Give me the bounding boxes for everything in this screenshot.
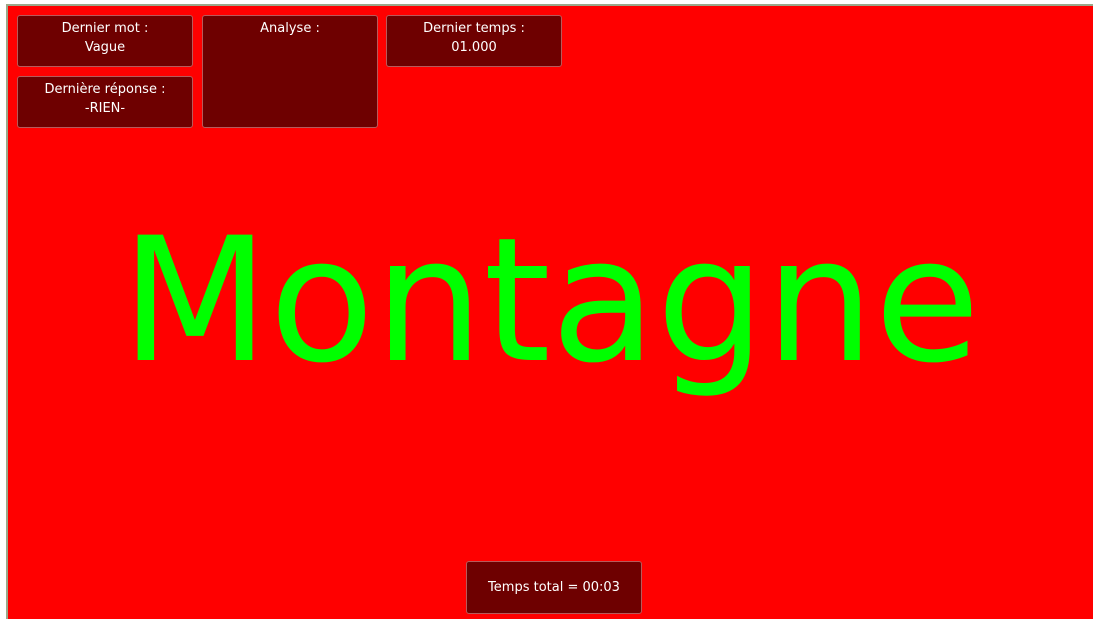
- last-word-label: Dernier mot :: [61, 21, 149, 36]
- analysis-panel: Analyse :: [202, 15, 378, 128]
- game-stage: Dernier mot : Vague Dernière réponse : -…: [8, 6, 1093, 619]
- total-time-text: Temps total = 00:03: [488, 580, 620, 595]
- last-time-value: 01.000: [451, 40, 497, 55]
- analysis-label: Analyse :: [260, 21, 320, 36]
- last-word-panel: Dernier mot : Vague: [17, 15, 193, 67]
- last-word-value: Vague: [84, 40, 126, 55]
- last-answer-panel: Dernière réponse : -RIEN-: [17, 76, 193, 128]
- last-answer-label: Dernière réponse :: [44, 82, 166, 97]
- last-time-label: Dernier temps :: [423, 21, 525, 36]
- last-answer-value: -RIEN-: [84, 101, 126, 116]
- last-time-panel: Dernier temps : 01.000: [386, 15, 562, 67]
- current-word: Montagne: [120, 200, 981, 401]
- total-time-panel: Temps total = 00:03: [466, 561, 642, 614]
